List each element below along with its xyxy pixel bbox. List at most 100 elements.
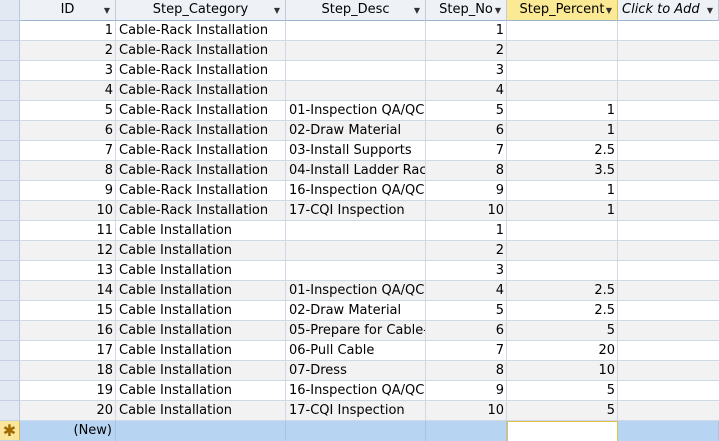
- column-header-click-to-add[interactable]: Click to Add ▼: [618, 0, 719, 21]
- chevron-down-icon[interactable]: ▼: [606, 0, 612, 20]
- cell-step-category[interactable]: Cable Installation: [116, 301, 286, 321]
- column-header-step-no[interactable]: Step_No ▼: [426, 0, 507, 21]
- cell-step-category[interactable]: Cable Installation: [116, 381, 286, 401]
- cell-click-to-add[interactable]: [618, 301, 719, 321]
- cell-step-no[interactable]: 1: [426, 221, 507, 241]
- cell-step-category[interactable]: Cable Installation: [116, 341, 286, 361]
- cell-id[interactable]: 9: [20, 181, 116, 201]
- cell-step-category[interactable]: Cable Installation: [116, 401, 286, 421]
- chevron-down-icon[interactable]: ▼: [274, 0, 280, 20]
- chevron-down-icon[interactable]: ▼: [707, 0, 713, 20]
- cell-step-percent[interactable]: 1: [507, 121, 618, 141]
- cell-step-desc[interactable]: 01-Inspection QA/QC: [286, 101, 426, 121]
- record-selector[interactable]: [0, 81, 20, 101]
- cell-id[interactable]: 7: [20, 141, 116, 161]
- cell-id[interactable]: 2: [20, 41, 116, 61]
- cell-step-desc[interactable]: [286, 261, 426, 281]
- table-row[interactable]: 14 Cable Installation 01-Inspection QA/QC 4…: [0, 281, 719, 301]
- cell-step-percent[interactable]: 5: [507, 321, 618, 341]
- cell-step-desc[interactable]: 07-Dress: [286, 361, 426, 381]
- cell-step-no[interactable]: 6: [426, 321, 507, 341]
- cell-step-no[interactable]: 5: [426, 101, 507, 121]
- table-row[interactable]: 16 Cable Installation 05-Prepare for Cable…: [0, 321, 719, 341]
- asterisk-icon[interactable]: ✱: [0, 421, 20, 441]
- cell-step-category[interactable]: Cable-Rack Installation: [116, 61, 286, 81]
- cell-step-desc[interactable]: [286, 21, 426, 41]
- cell-id[interactable]: 15: [20, 301, 116, 321]
- cell-id[interactable]: 5: [20, 101, 116, 121]
- cell-id[interactable]: 16: [20, 321, 116, 341]
- table-row[interactable]: 15 Cable Installation 02-Draw Material 5 2.5: [0, 301, 719, 321]
- column-header-id[interactable]: ID ▼: [20, 0, 116, 21]
- table-row[interactable]: 9 Cable-Rack Installation 16-Inspection QA…: [0, 181, 719, 201]
- table-row[interactable]: 4 Cable-Rack Installation 4: [0, 81, 719, 101]
- record-selector[interactable]: [0, 341, 20, 361]
- cell-step-desc[interactable]: 04-Install Ladder Racks: [286, 161, 426, 181]
- cell-step-no[interactable]: 3: [426, 261, 507, 281]
- table-row[interactable]: 7 Cable-Rack Installation 03-Install Suppo…: [0, 141, 719, 161]
- cell-step-category[interactable]: Cable-Rack Installation: [116, 81, 286, 101]
- cell-step-category[interactable]: Cable Installation: [116, 321, 286, 341]
- select-all-corner[interactable]: [0, 0, 20, 21]
- cell-step-percent[interactable]: 2.5: [507, 281, 618, 301]
- cell-step-percent[interactable]: 5: [507, 381, 618, 401]
- record-selector[interactable]: [0, 41, 20, 61]
- cell-step-percent[interactable]: 3.5: [507, 161, 618, 181]
- cell-step-percent[interactable]: 1: [507, 181, 618, 201]
- table-row[interactable]: 5 Cable-Rack Installation 01-Inspection QA…: [0, 101, 719, 121]
- cell-id[interactable]: 1: [20, 21, 116, 41]
- cell-step-percent[interactable]: [507, 41, 618, 61]
- new-cell-step-no[interactable]: [426, 421, 507, 441]
- cell-step-desc[interactable]: [286, 61, 426, 81]
- record-selector[interactable]: [0, 161, 20, 181]
- record-selector[interactable]: [0, 361, 20, 381]
- record-selector[interactable]: [0, 381, 20, 401]
- cell-step-desc[interactable]: 01-Inspection QA/QC: [286, 281, 426, 301]
- record-selector[interactable]: [0, 101, 20, 121]
- table-row[interactable]: 2 Cable-Rack Installation 2: [0, 41, 719, 61]
- table-row[interactable]: 1 Cable-Rack Installation 1: [0, 21, 719, 41]
- cell-step-percent[interactable]: [507, 221, 618, 241]
- cell-step-category[interactable]: Cable Installation: [116, 261, 286, 281]
- column-header-step-desc[interactable]: Step_Desc ▼: [286, 0, 426, 21]
- cell-step-category[interactable]: Cable Installation: [116, 241, 286, 261]
- record-selector[interactable]: [0, 321, 20, 341]
- cell-id[interactable]: 3: [20, 61, 116, 81]
- cell-click-to-add[interactable]: [618, 41, 719, 61]
- cell-step-desc[interactable]: 06-Pull Cable: [286, 341, 426, 361]
- new-cell-step-percent-active[interactable]: [507, 421, 618, 441]
- record-selector[interactable]: [0, 21, 20, 41]
- cell-step-no[interactable]: 10: [426, 201, 507, 221]
- cell-step-category[interactable]: Cable-Rack Installation: [116, 161, 286, 181]
- cell-step-desc[interactable]: [286, 41, 426, 61]
- cell-step-no[interactable]: 3: [426, 61, 507, 81]
- cell-step-desc[interactable]: 16-Inspection QA/QC: [286, 381, 426, 401]
- record-selector[interactable]: [0, 301, 20, 321]
- cell-click-to-add[interactable]: [618, 241, 719, 261]
- cell-step-category[interactable]: Cable-Rack Installation: [116, 181, 286, 201]
- cell-step-no[interactable]: 9: [426, 181, 507, 201]
- record-selector[interactable]: [0, 241, 20, 261]
- cell-step-no[interactable]: 1: [426, 21, 507, 41]
- cell-step-percent[interactable]: [507, 81, 618, 101]
- cell-step-percent[interactable]: 2.5: [507, 301, 618, 321]
- cell-click-to-add[interactable]: [618, 61, 719, 81]
- cell-step-desc[interactable]: 03-Install Supports: [286, 141, 426, 161]
- cell-click-to-add[interactable]: [618, 81, 719, 101]
- cell-step-percent[interactable]: [507, 61, 618, 81]
- new-cell-step-desc[interactable]: [286, 421, 426, 441]
- cell-step-no[interactable]: 2: [426, 41, 507, 61]
- cell-step-category[interactable]: Cable Installation: [116, 221, 286, 241]
- cell-click-to-add[interactable]: [618, 201, 719, 221]
- cell-id[interactable]: 13: [20, 261, 116, 281]
- cell-click-to-add[interactable]: [618, 261, 719, 281]
- cell-click-to-add[interactable]: [618, 321, 719, 341]
- cell-step-no[interactable]: 10: [426, 401, 507, 421]
- record-selector[interactable]: [0, 281, 20, 301]
- record-selector[interactable]: [0, 141, 20, 161]
- column-header-step-percent[interactable]: Step_Percent ▼: [507, 0, 618, 21]
- cell-step-category[interactable]: Cable-Rack Installation: [116, 41, 286, 61]
- table-row[interactable]: 3 Cable-Rack Installation 3: [0, 61, 719, 81]
- cell-step-desc[interactable]: 17-CQI Inspection: [286, 401, 426, 421]
- record-selector[interactable]: [0, 201, 20, 221]
